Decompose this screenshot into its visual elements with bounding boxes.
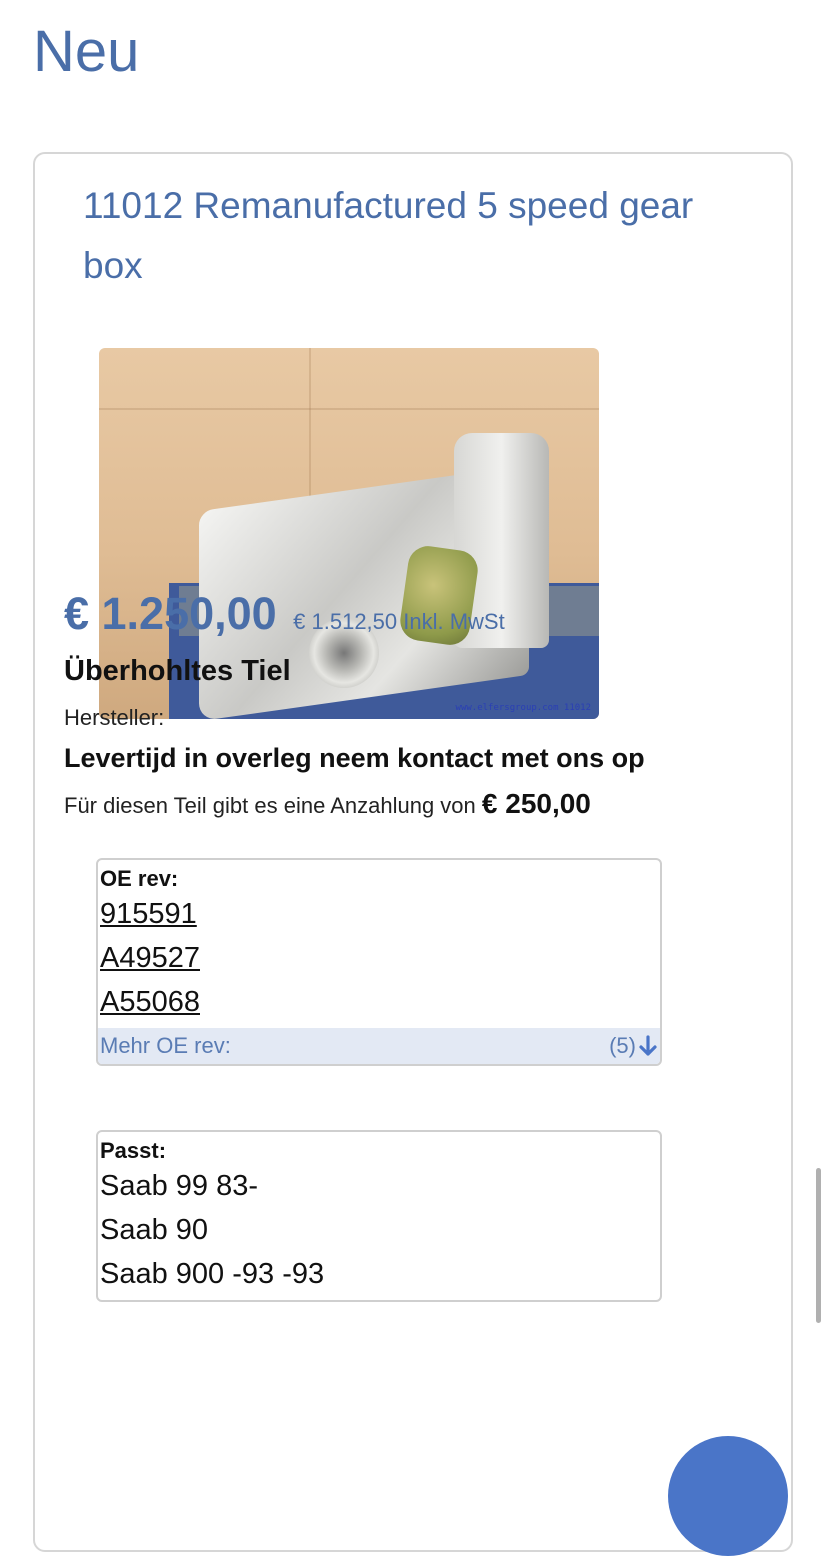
condition-label: Überhohltes Tiel (64, 655, 291, 687)
price: € 1.250,00 (64, 588, 277, 639)
product-card: 11012 Remanufactured 5 speed gear box ww… (33, 152, 793, 1552)
section-title: Neu (33, 19, 140, 84)
image-watermark: www.elfersgroup.com 11012 (455, 703, 591, 713)
oe-label: OE rev: (100, 866, 179, 891)
delivery-info: Levertijd in overleg neem kontact met on… (64, 743, 645, 773)
product-title-link[interactable]: 11012 Remanufactured 5 speed gear box (83, 176, 763, 296)
oe-number-link[interactable]: A55068 (100, 986, 200, 1018)
list-item: 915591 (100, 892, 660, 936)
oe-number-link[interactable]: A49527 (100, 942, 200, 974)
list-item: A49527 (100, 936, 660, 980)
more-oe-label: Mehr OE rev: (100, 1033, 231, 1058)
deposit-info: Für diesen Teil gibt es eine Anzahlung v… (64, 788, 591, 820)
fits-list: Saab 99 83- Saab 90 Saab 900 -93 -93 (98, 1164, 660, 1296)
oe-reference-box: OE rev: 915591 A49527 A55068 Mehr OE rev… (96, 858, 662, 1066)
oe-number-link[interactable]: 915591 (100, 898, 197, 930)
list-item: Saab 900 -93 -93 (100, 1258, 325, 1290)
fits-label: Passt: (100, 1138, 167, 1163)
manufacturer-label: Hersteller: (64, 705, 165, 730)
arrow-down-icon (639, 1035, 657, 1056)
floating-action-button[interactable] (668, 1436, 788, 1556)
more-oe-button[interactable]: Mehr OE rev: (5) (98, 1028, 660, 1064)
list-item: Saab 99 83- (100, 1170, 259, 1202)
wall-seam (99, 408, 599, 410)
more-oe-count: (5) (609, 1033, 636, 1058)
oe-list: 915591 A49527 A55068 (98, 892, 660, 1024)
deposit-amount: € 250,00 (481, 788, 591, 819)
more-oe-count-wrap: (5) (609, 1033, 658, 1059)
price-incl-vat: € 1.512,50 Inkl. MwSt (293, 609, 505, 634)
fits-box: Passt: Saab 99 83- Saab 90 Saab 900 -93 … (96, 1130, 662, 1302)
deposit-text: Für diesen Teil gibt es eine Anzahlung v… (64, 793, 476, 818)
price-row: € 1.250,00 € 1.512,50 Inkl. MwSt (64, 588, 505, 640)
list-item: A55068 (100, 980, 660, 1024)
list-item: Saab 90 (100, 1214, 209, 1246)
scrollbar-thumb[interactable] (816, 1168, 821, 1323)
